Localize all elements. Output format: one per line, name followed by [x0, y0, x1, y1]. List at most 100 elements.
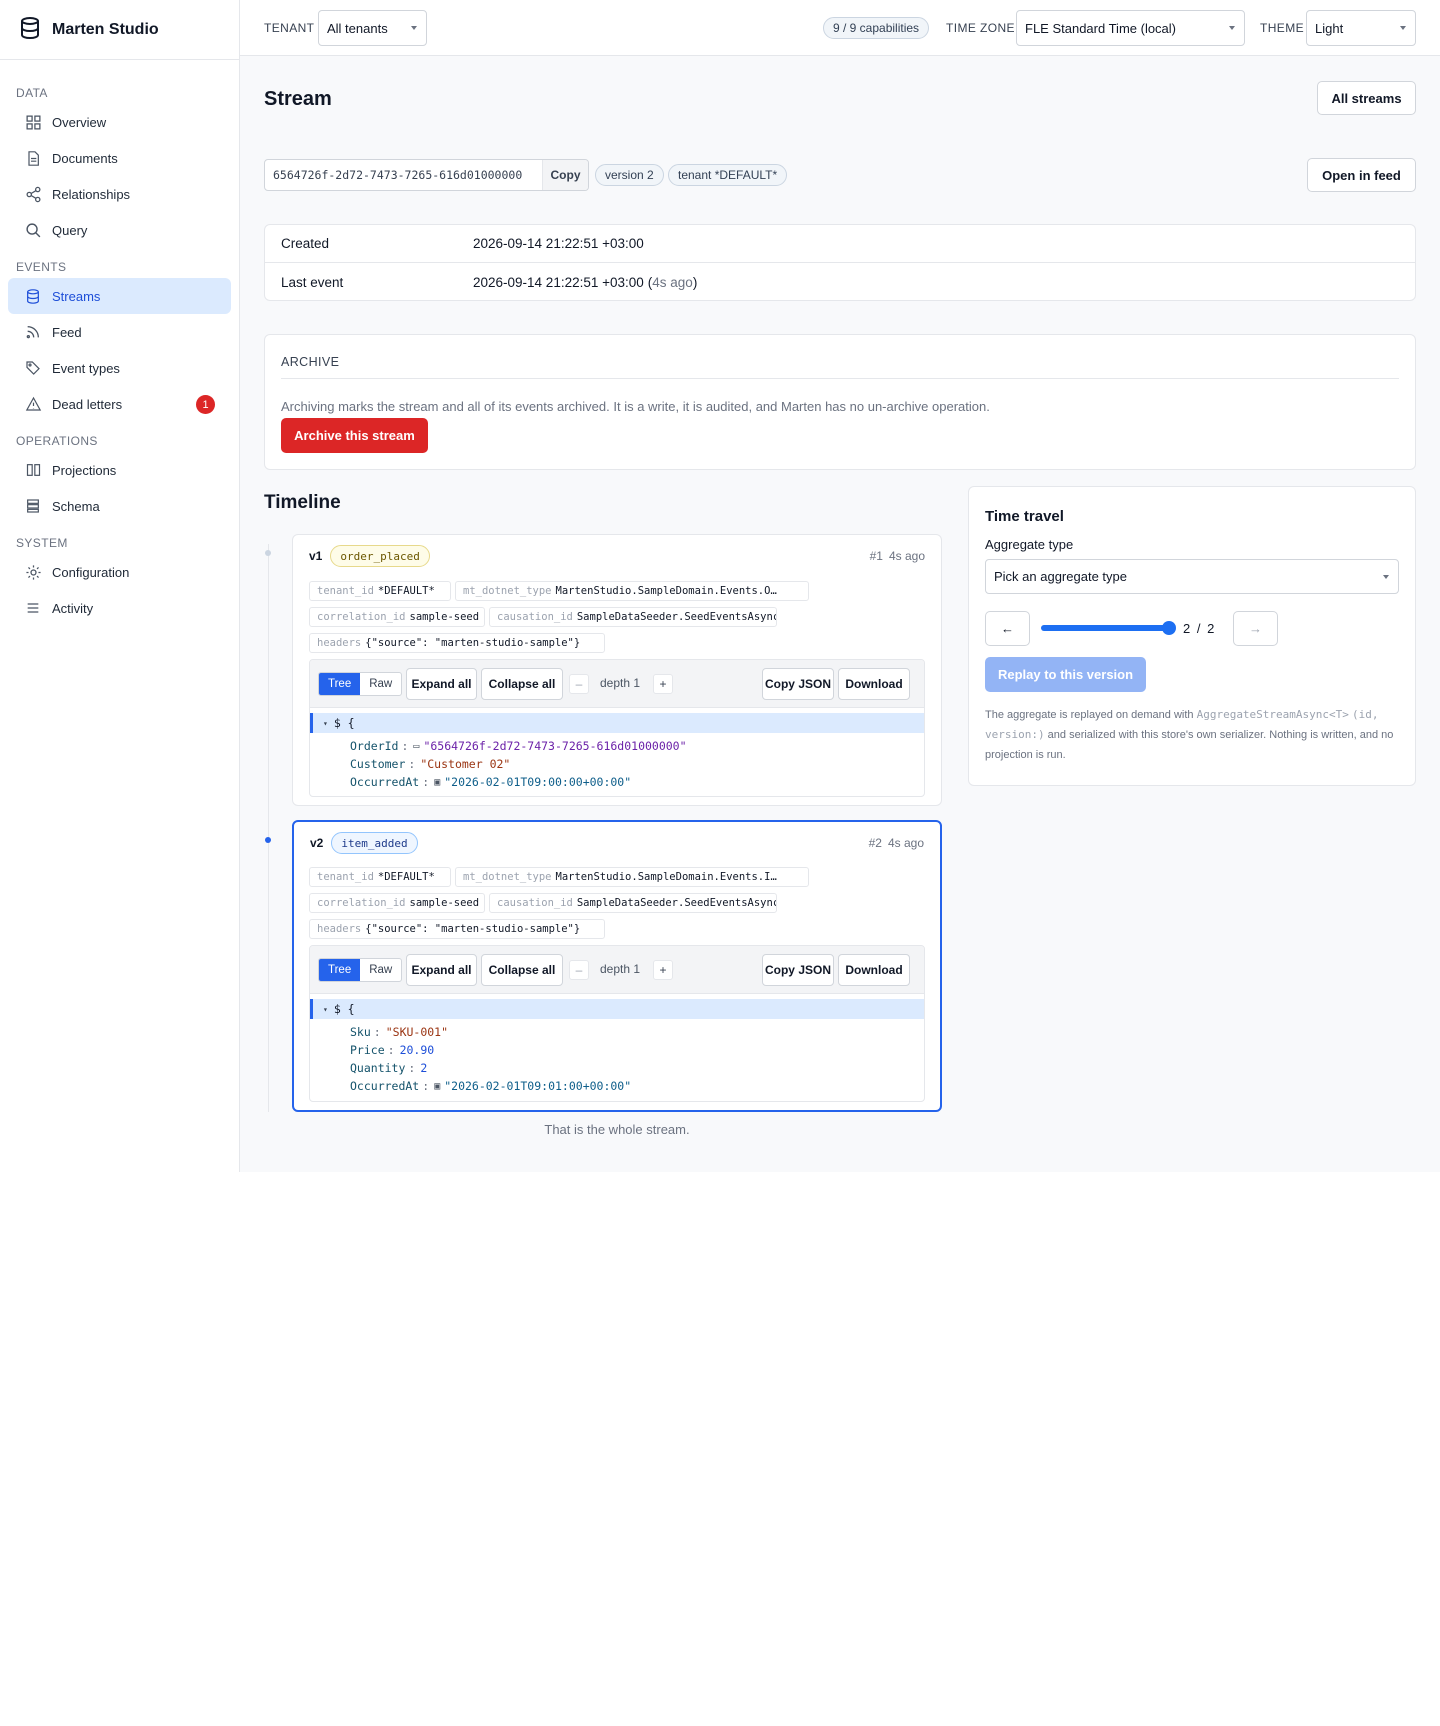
timeline-dot: [265, 550, 271, 556]
depth-increase-button[interactable]: +: [653, 674, 673, 694]
sidebar-item-label: Documents: [52, 150, 118, 166]
raw-mode-button[interactable]: Raw: [360, 959, 401, 981]
replay-button[interactable]: Replay to this version: [985, 657, 1146, 692]
created-label: Created: [281, 236, 330, 251]
sidebar-item-dead-letters[interactable]: Dead letters 1: [8, 386, 231, 422]
copy-json-button[interactable]: Copy JSON: [762, 668, 834, 700]
meta-chip-causation: causation_id SampleDataSeeder.SeedEventsA…: [489, 607, 777, 627]
calendar-icon: ▣: [434, 1080, 441, 1092]
sidebar-item-overview[interactable]: Overview: [8, 104, 231, 140]
id-card-icon: ▭: [413, 740, 420, 752]
meta-chip-causation: causation_id SampleDataSeeder.SeedEventsA…: [489, 893, 777, 913]
timezone-select-value: FLE Standard Time (local): [1025, 20, 1177, 36]
aggregate-type-select[interactable]: Pick an aggregate type: [985, 559, 1399, 594]
archive-stream-button[interactable]: Archive this stream: [281, 418, 428, 453]
collapse-all-button[interactable]: Collapse all: [481, 668, 563, 700]
warning-icon: [24, 395, 42, 413]
database-icon: [24, 287, 42, 305]
version-slider-fill: [1041, 625, 1169, 631]
sidebar-item-documents[interactable]: Documents: [8, 140, 231, 176]
sidebar-item-streams[interactable]: Streams: [8, 278, 231, 314]
meta-chip-headers: headers {"source": "marten-studio-sample"…: [309, 919, 605, 939]
theme-select-value: Light: [1315, 20, 1344, 36]
chevron-down-icon: [1400, 26, 1406, 30]
layers-icon: [24, 497, 42, 515]
json-field: OccurredAt: ▣ "2026-02-01T09:00:00+00:00": [350, 775, 632, 789]
json-field: OccurredAt: ▣ "2026-02-01T09:01:00+00:00": [350, 1079, 632, 1093]
main-content: Stream All streams 6564726f-2d72-7473-72…: [240, 56, 1440, 1172]
meta-chip-correlation: correlation_id sample-seed: [309, 607, 485, 627]
depth-decrease-button[interactable]: –: [569, 674, 589, 694]
raw-mode-button[interactable]: Raw: [360, 673, 401, 695]
previous-version-button[interactable]: ←: [985, 611, 1030, 646]
sidebar-item-label: Dead letters: [52, 396, 123, 412]
collapse-all-button[interactable]: Collapse all: [481, 954, 563, 986]
json-toolbar: Tree Raw Expand all Collapse all – depth…: [310, 660, 924, 708]
version-slider-thumb[interactable]: [1162, 621, 1176, 635]
all-streams-button[interactable]: All streams: [1317, 81, 1416, 115]
meta-chip-headers: headers {"source": "marten-studio-sample"…: [309, 633, 605, 653]
aggregate-type-placeholder: Pick an aggregate type: [994, 569, 1127, 584]
depth-value: depth 1: [600, 962, 641, 976]
chevron-down-icon: [1229, 26, 1235, 30]
next-version-button[interactable]: →: [1233, 611, 1278, 646]
tenant-select-value: All tenants: [327, 20, 388, 36]
event-ago: 4s ago: [888, 549, 925, 563]
tag-icon: [24, 359, 42, 377]
sidebar-item-label: Overview: [52, 114, 107, 130]
depth-decrease-button[interactable]: –: [569, 960, 589, 980]
json-field: OrderId: ▭ "6564726f-2d72-7473-7265-616d01…: [350, 739, 687, 753]
open-in-feed-button[interactable]: Open in feed: [1307, 158, 1416, 192]
chevron-down-icon: [1383, 575, 1389, 579]
copy-json-button[interactable]: Copy JSON: [762, 954, 834, 986]
event-type-tag: item_added: [331, 832, 418, 854]
sidebar-item-query[interactable]: Query: [8, 212, 231, 248]
download-button[interactable]: Download: [838, 668, 910, 700]
list-icon: [24, 599, 42, 617]
version-slider[interactable]: [1041, 621, 1176, 635]
brand[interactable]: Marten Studio: [0, 0, 239, 60]
sidebar-item-schema[interactable]: Schema: [8, 488, 231, 524]
tree-mode-button[interactable]: Tree: [319, 673, 361, 695]
copy-id-button[interactable]: Copy: [542, 160, 588, 190]
depth-increase-button[interactable]: +: [653, 960, 673, 980]
timezone-select[interactable]: FLE Standard Time (local): [1016, 10, 1245, 46]
event-seq: #2: [868, 836, 882, 850]
sidebar-item-label: Projections: [52, 462, 117, 478]
timeline-rail: [268, 544, 269, 1112]
event-card-selected[interactable]: v2 item_added #2 4s ago tenant_id *DEFAULT…: [292, 820, 942, 1112]
download-button[interactable]: Download: [838, 954, 910, 986]
sidebar-item-label: Relationships: [52, 186, 131, 202]
tree-mode-button[interactable]: Tree: [319, 959, 361, 981]
stream-id-value[interactable]: 6564726f-2d72-7473-7265-616d01000000: [265, 160, 542, 190]
tenant-chip: tenant *DEFAULT*: [668, 164, 788, 186]
last-event-label: Last event: [281, 274, 344, 290]
event-meta: #2 4s ago: [869, 836, 924, 850]
app-name: Marten Studio: [52, 20, 159, 38]
event-card[interactable]: v1 order_placed #1 4s ago tenant_id *DEFAU…: [292, 534, 942, 806]
theme-select[interactable]: Light: [1306, 10, 1416, 46]
expand-all-button[interactable]: Expand all: [406, 954, 477, 986]
sidebar-item-event-types[interactable]: Event types: [8, 350, 231, 386]
json-root-node[interactable]: ▾ $ {: [310, 999, 924, 1019]
timeline-end-text: That is the whole stream.: [544, 1122, 690, 1137]
json-field: Customer: "Customer 02": [350, 757, 511, 771]
page-title: Stream: [264, 88, 332, 110]
sidebar-item-feed[interactable]: Feed: [8, 314, 231, 350]
expand-all-button[interactable]: Expand all: [406, 668, 477, 700]
capabilities-badge[interactable]: 9 / 9 capabilities: [823, 17, 930, 39]
time-travel-card: Time travel Aggregate type Pick an aggre…: [968, 486, 1416, 786]
view-mode-toggle: Tree Raw: [318, 672, 403, 696]
json-root-node[interactable]: ▾ $ {: [310, 713, 924, 733]
stream-id-field[interactable]: 6564726f-2d72-7473-7265-616d01000000 Cop…: [264, 159, 589, 191]
sidebar-item-configuration[interactable]: Configuration: [8, 554, 231, 590]
depth-value: depth 1: [600, 676, 641, 690]
sidebar-item-projections[interactable]: Projections: [8, 452, 231, 488]
sidebar-item-relationships[interactable]: Relationships: [8, 176, 231, 212]
timezone-label: TIME ZONE: [946, 21, 1015, 35]
json-viewer: Tree Raw Expand all Collapse all – depth…: [309, 659, 925, 797]
tenant-select[interactable]: All tenants: [318, 10, 427, 46]
sun-gear-icon: [24, 563, 42, 581]
sidebar-item-activity[interactable]: Activity: [8, 590, 231, 626]
search-icon: [24, 221, 42, 239]
